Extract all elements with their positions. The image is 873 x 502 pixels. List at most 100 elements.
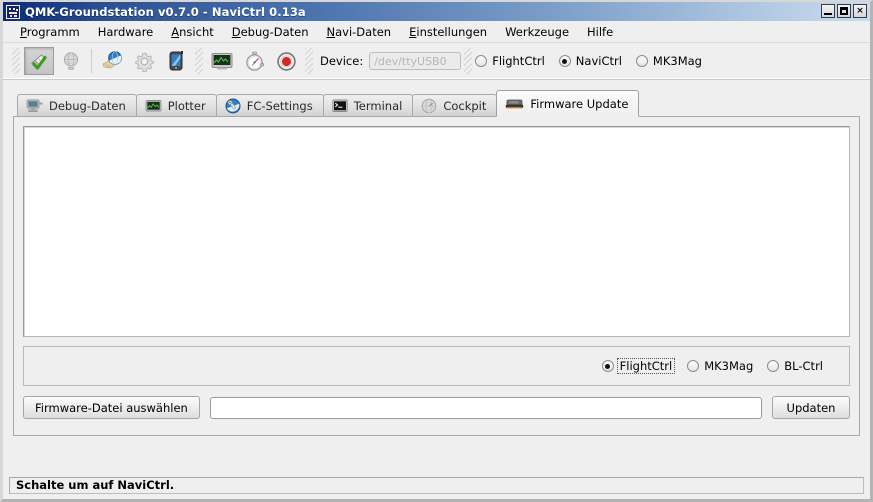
status-frame: Schalte um auf NaviCtrl. <box>9 477 864 494</box>
menu-label: Werkzeuge <box>505 25 569 39</box>
plotter-monitor-icon <box>210 51 234 71</box>
menu-mnemonic: P <box>20 25 27 39</box>
terminal-icon <box>332 99 348 113</box>
globe-icon <box>61 51 81 71</box>
update-button[interactable]: Updaten <box>772 396 850 419</box>
menu-label: avi-Daten <box>335 25 391 39</box>
radio-circle-icon <box>475 55 487 67</box>
radio-label: NaviCtrl <box>576 54 622 68</box>
hardware-radio-group: FlightCtrl NaviCtrl MK3Mag <box>475 54 716 68</box>
main-toolbar: Device: FlightCtrl NaviCtrl MK3Mag <box>3 43 870 80</box>
device-label: Device: <box>320 54 363 68</box>
minimize-button[interactable] <box>821 4 835 18</box>
toolbar-grip-4[interactable] <box>464 48 472 74</box>
firmware-log-console[interactable] <box>23 126 850 337</box>
tab-fc-settings[interactable]: FC-Settings <box>216 94 324 117</box>
toolbar-separator <box>91 49 92 73</box>
toolbar-grip-2[interactable] <box>195 48 203 74</box>
debug-monitor-icon <box>26 99 43 113</box>
radio-mk3mag-target[interactable]: MK3Mag <box>687 359 753 373</box>
radio-circle-icon <box>636 55 648 67</box>
menu-mnemonic: N <box>327 25 336 39</box>
tab-firmware-update[interactable]: Firmware Update <box>496 90 639 117</box>
stopwatch-icon <box>244 51 265 72</box>
status-bar: Schalte um auf NaviCtrl. <box>3 471 870 499</box>
tab-label: FC-Settings <box>247 99 313 113</box>
window-controls: × <box>821 4 867 18</box>
radio-label: BL-Ctrl <box>784 359 823 373</box>
status-message: Schalte um auf NaviCtrl. <box>16 478 174 492</box>
hard-drive-icon <box>505 97 524 110</box>
tab-debug-daten[interactable]: Debug-Daten <box>17 94 137 117</box>
tab-plotter[interactable]: Plotter <box>136 94 217 117</box>
firmware-update-page: FlightCtrl MK3Mag BL-Ctrl Firmware-Datei… <box>13 116 860 436</box>
record-icon <box>276 51 297 72</box>
maximize-button[interactable] <box>837 4 851 18</box>
tab-label: Firmware Update <box>530 97 628 111</box>
wrench-globe-icon <box>225 98 241 114</box>
menu-mnemonic: A <box>171 25 179 39</box>
menu-label: ebug-Daten <box>241 25 309 39</box>
menu-programm[interactable]: Programm <box>11 23 89 41</box>
qmk-app-icon <box>6 5 20 19</box>
toolbar-grip[interactable] <box>12 48 20 74</box>
record-button[interactable] <box>271 47 301 75</box>
application-window: QMK-Groundstation v0.7.0 - NaviCtrl 0.13… <box>0 0 873 502</box>
menu-navi-daten[interactable]: Navi-Daten <box>318 23 401 41</box>
menu-label: nsicht <box>179 25 214 39</box>
firmware-action-row: Firmware-Datei auswählen Updaten <box>23 396 850 419</box>
radio-circle-icon <box>602 360 614 372</box>
radio-circle-icon <box>767 360 779 372</box>
tab-label: Plotter <box>168 99 206 113</box>
radio-label: FlightCtrl <box>492 54 545 68</box>
radio-navictrl-hw[interactable]: NaviCtrl <box>559 54 622 68</box>
stopwatch-button[interactable] <box>239 47 269 75</box>
menu-werkzeuge[interactable]: Werkzeuge <box>496 23 578 41</box>
menu-label: rogramm <box>27 25 80 39</box>
menu-hilfe[interactable]: Hilfe <box>578 23 622 41</box>
window-title: QMK-Groundstation v0.7.0 - NaviCtrl 0.13… <box>25 5 306 19</box>
plotter-monitor-button[interactable] <box>207 47 237 75</box>
connect-icon <box>28 50 50 72</box>
settings-gear-icon <box>134 51 155 72</box>
tab-label: Cockpit <box>443 99 486 113</box>
menu-label: Hardware <box>98 25 154 39</box>
radio-label: MK3Mag <box>704 359 753 373</box>
menu-label: instellungen <box>416 25 487 39</box>
radio-circle-icon <box>559 55 571 67</box>
target-device-groupbox: FlightCtrl MK3Mag BL-Ctrl <box>23 346 850 386</box>
tab-terminal[interactable]: Terminal <box>323 94 414 117</box>
tab-label: Debug-Daten <box>49 99 126 113</box>
menu-debug-daten[interactable]: Debug-Daten <box>223 23 318 41</box>
tab-cockpit[interactable]: Cockpit <box>412 94 497 117</box>
radio-circle-icon <box>687 360 699 372</box>
radio-label: FlightCtrl <box>617 358 676 374</box>
close-button[interactable]: × <box>853 4 867 18</box>
tab-bar: Debug-Daten Plotter <box>13 90 860 117</box>
settings-gear-button[interactable] <box>129 47 159 75</box>
toolbar-grip-3[interactable] <box>305 48 313 74</box>
radio-blctrl-target[interactable]: BL-Ctrl <box>767 359 823 373</box>
title-bar: QMK-Groundstation v0.7.0 - NaviCtrl 0.13… <box>3 2 870 21</box>
connect-button[interactable] <box>24 47 54 75</box>
radio-mk3mag-hw[interactable]: MK3Mag <box>636 54 702 68</box>
tab-label: Terminal <box>354 99 403 113</box>
menu-ansicht[interactable]: Ansicht <box>162 23 222 41</box>
choose-firmware-file-button[interactable]: Firmware-Datei auswählen <box>23 396 200 419</box>
menu-label: Hilfe <box>587 25 613 39</box>
radio-label: MK3Mag <box>653 54 702 68</box>
target-radio-group: FlightCtrl MK3Mag BL-Ctrl <box>602 359 837 373</box>
map-globe-button[interactable] <box>97 47 127 75</box>
device-input[interactable] <box>369 52 461 70</box>
radio-flightctrl-hw[interactable]: FlightCtrl <box>475 54 545 68</box>
close-icon: × <box>854 5 866 17</box>
mobile-device-button[interactable] <box>161 47 191 75</box>
radio-flightctrl-target[interactable]: FlightCtrl <box>602 359 674 373</box>
map-globe-icon <box>101 50 123 72</box>
menu-einstellungen[interactable]: Einstellungen <box>400 23 496 41</box>
globe-button[interactable] <box>56 47 86 75</box>
mobile-device-icon <box>166 50 186 72</box>
menu-hardware[interactable]: Hardware <box>89 23 163 41</box>
client-area: Debug-Daten Plotter <box>3 80 870 436</box>
firmware-path-input[interactable] <box>210 397 762 419</box>
